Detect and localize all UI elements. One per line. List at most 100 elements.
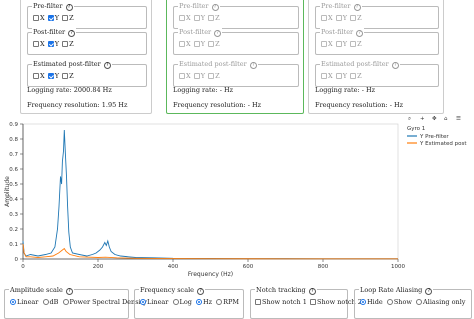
axis-y-checkbox[interactable]: [193, 72, 200, 79]
axis-y-checkbox[interactable]: [335, 72, 342, 79]
pre-filter-legend: Pre-filter: [33, 2, 63, 10]
axis-x-checkbox[interactable]: [321, 72, 327, 79]
axis-z-checkbox[interactable]: [62, 72, 69, 79]
legend-item[interactable]: Y Pre-filter: [419, 134, 449, 140]
pre-filter-group: Pre-filter ? X Y Z: [27, 2, 147, 29]
axis-label: X: [40, 40, 45, 48]
post-filter-group: Post-filter ? X Y Z: [315, 28, 439, 55]
axis-label: Y: [200, 72, 206, 80]
show-notch-1-checkbox[interactable]: [255, 298, 261, 305]
post-filter-legend: Post-filter: [321, 28, 354, 36]
y-tick-label: 0.8: [9, 137, 18, 143]
axis-y-checkbox[interactable]: [193, 40, 200, 47]
axis-label: Z: [215, 14, 220, 22]
menu-icon[interactable]: ☰: [456, 115, 461, 122]
option-label: Hz: [202, 298, 213, 306]
post-filter-group: Post-filter ? X Y Z: [173, 28, 299, 55]
pre-filter-legend: Pre-filter: [179, 2, 209, 10]
axis-x-checkbox[interactable]: [179, 40, 185, 47]
zoom-in-icon[interactable]: +: [420, 116, 425, 122]
help-icon[interactable]: ?: [211, 3, 219, 11]
option-label: Show notch 1: [262, 298, 307, 306]
axis-z-checkbox[interactable]: [208, 40, 215, 47]
axis-label: X: [328, 40, 333, 48]
help-icon[interactable]: ?: [356, 29, 364, 37]
pre-filter-group: Pre-filter ? X Y Z: [173, 2, 299, 29]
axis-x-checkbox[interactable]: [33, 14, 39, 21]
axis-z-checkbox[interactable]: [350, 14, 357, 21]
axis-y-checkbox[interactable]: [335, 14, 342, 21]
aliasing-hide-radio[interactable]: [360, 298, 366, 305]
axis-label: X: [186, 14, 191, 22]
y-tick-label: 0.1: [9, 242, 18, 248]
axis-z-checkbox[interactable]: [62, 14, 69, 21]
axis-z-checkbox[interactable]: [208, 14, 215, 21]
amplitude-power-spectral-density-radio[interactable]: [62, 298, 69, 305]
axis-label: Y: [200, 14, 206, 22]
amplitude-scale-legend: Amplitude scale: [10, 286, 63, 294]
amplitude-db-radio[interactable]: [42, 298, 49, 305]
help-icon[interactable]: ?: [214, 29, 222, 37]
zoom-icon[interactable]: ⌕: [408, 116, 411, 122]
option-label: dB: [49, 298, 59, 306]
log-panel-1: Pre-filter ? X Y Z Post-filter ? X Y Z Est…: [20, 0, 152, 114]
loop-rate-aliasing-group: Loop Rate Aliasing ? Hide Show Aliasing …: [354, 286, 472, 319]
axis-x-checkbox[interactable]: [33, 40, 39, 47]
y-tick-label: 0.7: [9, 152, 18, 158]
axis-y-checkbox[interactable]: [47, 72, 54, 79]
post-filter-legend: Post-filter: [33, 28, 66, 36]
pan-icon[interactable]: ✥: [432, 115, 437, 122]
amplitude-linear-radio[interactable]: [10, 298, 16, 305]
reset-icon[interactable]: ⌂: [444, 116, 448, 122]
help-icon[interactable]: ?: [65, 287, 73, 295]
help-icon[interactable]: ?: [425, 287, 433, 295]
help-icon[interactable]: ?: [308, 287, 316, 295]
help-icon[interactable]: ?: [103, 61, 111, 69]
axis-y-checkbox[interactable]: [193, 14, 200, 21]
pre-filter-group: Pre-filter ? X Y Z: [315, 2, 439, 29]
frequency-rpm-radio[interactable]: [216, 298, 223, 305]
show-notch-2-checkbox[interactable]: [310, 298, 317, 305]
help-icon[interactable]: ?: [68, 29, 76, 37]
axis-y-checkbox[interactable]: [47, 14, 54, 21]
legend-title: Gyro 1: [407, 126, 425, 132]
help-icon[interactable]: ?: [391, 61, 399, 69]
frequency-resolution: Frequency resolution: - Hz: [315, 101, 404, 109]
x-tick-label: 200: [93, 264, 104, 270]
help-icon[interactable]: ?: [353, 3, 361, 11]
axis-z-checkbox[interactable]: [350, 40, 357, 47]
fft-plot: 0 200 400 600 800 100000.10.20.30.40.50.60.70…: [4, 115, 467, 278]
axis-x-checkbox[interactable]: [179, 72, 185, 79]
axis-label: Z: [69, 72, 74, 80]
log-panel-2: Pre-filter ? X Y Z Post-filter ? X Y Z Est…: [166, 0, 304, 114]
axis-x-checkbox[interactable]: [321, 40, 327, 47]
axis-x-checkbox[interactable]: [33, 72, 39, 79]
aliasing-aliasing-only-radio[interactable]: [416, 298, 423, 305]
aliasing-show-radio[interactable]: [386, 298, 393, 305]
help-icon[interactable]: ?: [65, 3, 73, 11]
legend-item[interactable]: Y Estimated post: [419, 141, 467, 147]
axis-x-checkbox[interactable]: [179, 14, 185, 21]
axis-y-checkbox[interactable]: [335, 40, 342, 47]
x-tick-label: 1000: [391, 264, 405, 270]
axis-label: X: [40, 14, 45, 22]
axis-z-checkbox[interactable]: [62, 40, 69, 47]
axis-z-checkbox[interactable]: [350, 72, 357, 79]
frequency-scale-group: Frequency scale ? Linear Log Hz RPM: [134, 286, 244, 319]
axis-z-checkbox[interactable]: [208, 72, 215, 79]
est-post-filter-group: Estimated post-filter ? X Y Z: [315, 60, 439, 87]
help-icon[interactable]: ?: [249, 61, 257, 69]
frequency-hz-radio[interactable]: [195, 298, 202, 305]
x-tick-label: 600: [243, 264, 254, 270]
axis-label: Z: [69, 40, 74, 48]
plot-frame: [22, 123, 399, 260]
est-post-filter-group: Estimated post-filter ? X Y Z: [27, 60, 147, 87]
axis-x-checkbox[interactable]: [321, 14, 327, 21]
frequency-log-radio[interactable]: [172, 298, 179, 305]
help-icon[interactable]: ?: [197, 287, 205, 295]
y-axis-label: Amplitude: [4, 176, 11, 207]
axis-y-checkbox[interactable]: [47, 40, 54, 47]
x-axis-label: Frequency (Hz): [188, 271, 233, 278]
post-filter-legend: Post-filter: [179, 28, 212, 36]
frequency-linear-radio[interactable]: [140, 298, 146, 305]
